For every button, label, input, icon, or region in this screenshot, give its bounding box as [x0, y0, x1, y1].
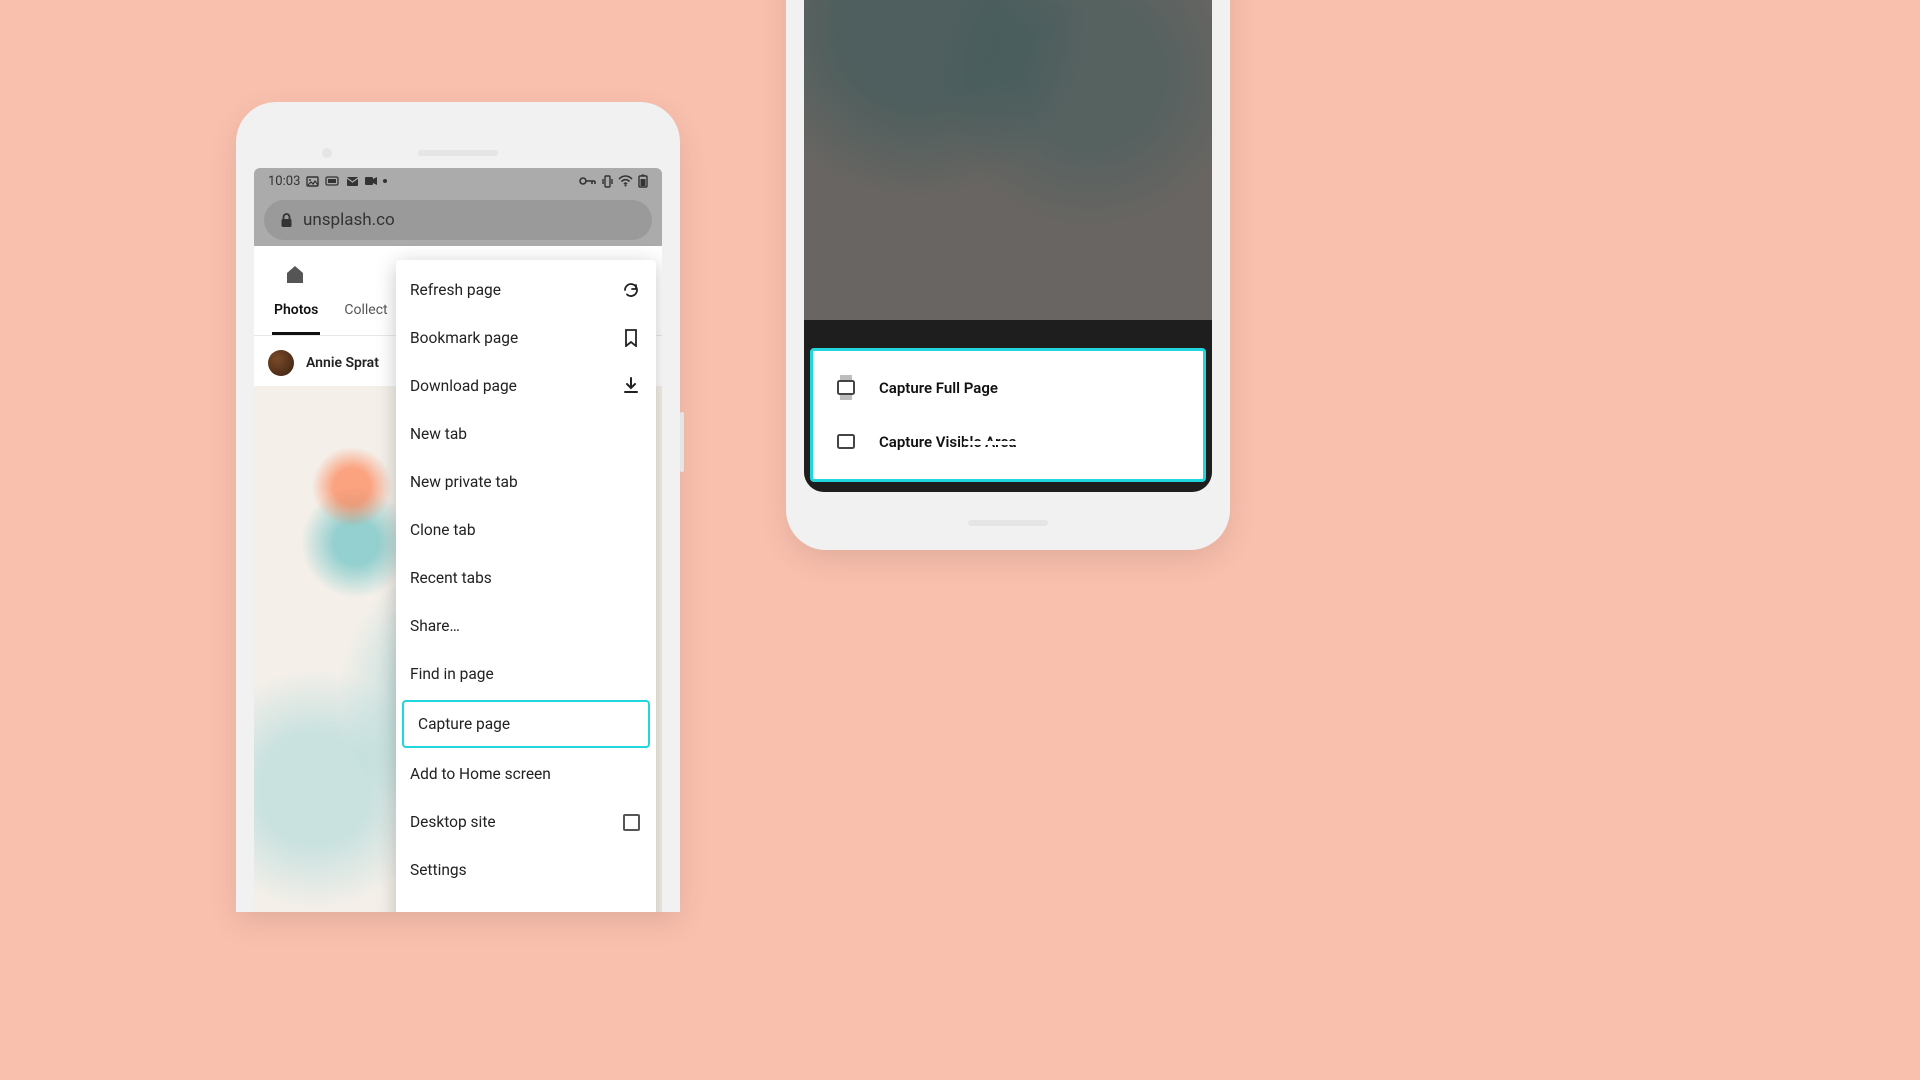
download-icon: [620, 377, 642, 395]
phone-mockup-right: Capture Full Page Capture Visible Area: [786, 0, 1230, 550]
tab-collections-label: Collect: [344, 302, 387, 318]
capture-sheet: Capture Full Page Capture Visible Area: [810, 348, 1206, 482]
menu-private-tab-label: New private tab: [410, 473, 518, 491]
overflow-menu: Refresh page Bookmark page Download page…: [396, 260, 656, 912]
url-text: unsplash.co: [303, 210, 395, 230]
menu-clone-tab[interactable]: Clone tab: [396, 506, 656, 554]
phone-screen-right: Capture Full Page Capture Visible Area: [804, 0, 1212, 492]
menu-desktop-site-label: Desktop site: [410, 813, 496, 831]
battery-saver-icon: [325, 176, 340, 186]
menu-refresh[interactable]: Refresh page: [396, 266, 656, 314]
menu-bookmark-label: Bookmark page: [410, 329, 518, 347]
tab-photos-label: Photos: [274, 302, 318, 318]
avatar: [268, 350, 294, 376]
menu-refresh-label: Refresh page: [410, 281, 501, 299]
phone-camera: [322, 148, 332, 158]
refresh-icon: [620, 281, 642, 299]
full-page-icon: [835, 375, 857, 401]
menu-download-label: Download page: [410, 377, 517, 395]
home-icon[interactable]: [284, 264, 306, 284]
vibrate-icon: [602, 175, 613, 188]
bookmark-icon: [620, 329, 642, 347]
video-icon: [365, 176, 377, 186]
menu-bookmark[interactable]: Bookmark page: [396, 314, 656, 362]
url-bar[interactable]: unsplash.co: [264, 200, 652, 240]
battery-icon: [638, 174, 648, 188]
status-bar: 10:03: [254, 168, 662, 194]
phone-speaker: [418, 150, 498, 156]
tab-collections[interactable]: Collect: [342, 302, 389, 335]
phone-side-button: [680, 412, 684, 472]
capture-full-page[interactable]: Capture Full Page: [813, 361, 1203, 415]
menu-share-label: Share…: [410, 617, 460, 635]
menu-settings-label: Settings: [410, 861, 467, 879]
menu-capture-page-label: Capture page: [418, 715, 510, 733]
lock-icon: [280, 213, 293, 228]
menu-download[interactable]: Download page: [396, 362, 656, 410]
phone-speaker-bottom: [968, 520, 1048, 526]
gesture-nav-bar: [822, 434, 1194, 452]
status-time: 10:03: [268, 174, 300, 189]
menu-capture-page[interactable]: Capture page: [402, 700, 650, 748]
vpn-key-icon: [579, 176, 597, 186]
tab-photos[interactable]: Photos: [272, 302, 320, 335]
status-dot-icon: [383, 179, 387, 183]
mail-icon: [346, 176, 359, 187]
nav-pill: [963, 441, 1053, 445]
menu-desktop-site[interactable]: Desktop site: [396, 798, 656, 846]
menu-find[interactable]: Find in page: [396, 650, 656, 698]
checkbox-icon[interactable]: [620, 814, 642, 831]
menu-add-home[interactable]: Add to Home screen: [396, 750, 656, 798]
menu-recent-tabs-label: Recent tabs: [410, 569, 492, 587]
menu-new-tab[interactable]: New tab: [396, 410, 656, 458]
menu-new-tab-label: New tab: [410, 425, 467, 443]
menu-share[interactable]: Share…: [396, 602, 656, 650]
menu-clone-tab-label: Clone tab: [410, 521, 476, 539]
author-name: Annie Sprat: [306, 355, 379, 371]
menu-find-label: Find in page: [410, 665, 494, 683]
wifi-icon: [618, 175, 633, 187]
phone-screen-left: 10:03 unsplash.co: [254, 168, 662, 912]
menu-recent-tabs[interactable]: Recent tabs: [396, 554, 656, 602]
capture-full-page-label: Capture Full Page: [879, 379, 998, 397]
menu-add-home-label: Add to Home screen: [410, 765, 551, 783]
picture-icon: [306, 176, 319, 187]
menu-settings[interactable]: Settings: [396, 846, 656, 894]
phone-mockup-left: 10:03 unsplash.co: [236, 102, 680, 912]
menu-private-tab[interactable]: New private tab: [396, 458, 656, 506]
